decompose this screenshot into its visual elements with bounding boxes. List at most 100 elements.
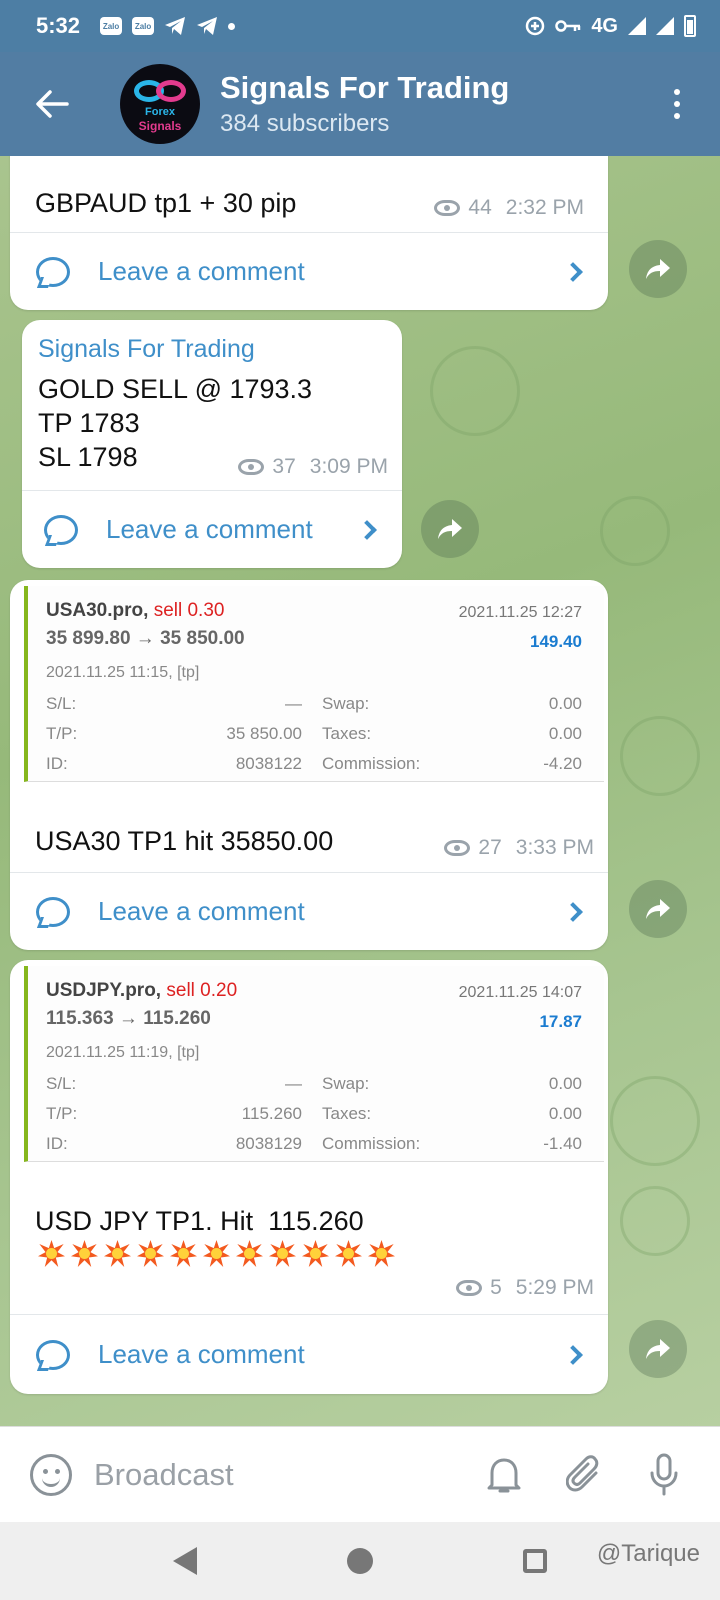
trade-label: S/L: — [46, 694, 77, 713]
share-arrow-icon — [646, 1339, 670, 1359]
chevron-right-icon — [563, 261, 583, 282]
share-button[interactable] — [629, 880, 687, 938]
message-text-line: GOLD SELL @ 1793.3 — [38, 374, 313, 404]
message-meta: 27 3:33 PM — [444, 836, 594, 860]
nav-home-button[interactable] — [347, 1548, 373, 1574]
leave-comment-button[interactable]: Leave a comment — [10, 1314, 608, 1394]
chevron-right-icon — [357, 519, 377, 540]
trade-value: 8038122 — [235, 754, 302, 773]
trade-value: 0.00 — [548, 1104, 582, 1123]
trade-open-info: 2021.11.25 11:19, [tp] — [46, 1044, 200, 1061]
status-right: 4G — [525, 15, 696, 38]
leave-comment-button[interactable]: Leave a comment — [10, 232, 608, 310]
share-arrow-icon — [646, 259, 670, 279]
trade-symbol: USDJPY.pro, sell 0.20 — [46, 980, 237, 1002]
trade-value: — — [285, 1074, 302, 1093]
trade-value: -1.40 — [543, 1134, 582, 1153]
background-doodle — [620, 716, 700, 796]
trade-close-date: 2021.11.25 14:07 — [458, 984, 582, 1001]
trade-value: 0.00 — [548, 1074, 582, 1093]
trade-symbol: USA30.pro, sell 0.30 — [46, 600, 224, 622]
nav-back-button[interactable] — [173, 1547, 197, 1575]
message-bubble[interactable]: GBPAUD tp1 + 30 pip 44 2:32 PM Leave a c… — [10, 156, 608, 310]
emoji-icon[interactable] — [30, 1453, 72, 1496]
trade-screenshot[interactable]: USA30.pro, sell 0.30 2021.11.25 12:27 35… — [24, 586, 604, 782]
back-button[interactable] — [22, 74, 82, 134]
background-doodle — [430, 346, 520, 436]
message-text: USD JPY TP1. Hit 115.260 — [35, 1206, 364, 1236]
arrow-left-icon — [36, 90, 69, 118]
views-icon — [238, 459, 265, 475]
trade-value: 0.00 — [548, 724, 582, 743]
trade-value: 8038129 — [235, 1134, 302, 1153]
message-text-line: SL 1798 — [38, 442, 138, 472]
broadcast-input-bar: Broadcast — [0, 1426, 720, 1522]
dot-icon — [674, 89, 680, 95]
dot-icon — [674, 113, 680, 119]
explosion-emoji-icon — [168, 1238, 199, 1269]
trade-screenshot[interactable]: USDJPY.pro, sell 0.20 2021.11.25 14:07 1… — [24, 966, 604, 1162]
chevron-right-icon — [563, 1344, 583, 1365]
watermark: @Tarique — [596, 1540, 700, 1567]
leave-comment-button[interactable]: Leave a comment — [22, 490, 402, 568]
message-bubble[interactable]: USA30.pro, sell 0.30 2021.11.25 12:27 35… — [10, 580, 608, 950]
trade-symbol-name: USA30.pro, — [46, 600, 149, 621]
broadcast-input[interactable]: Broadcast — [94, 1457, 234, 1493]
views-icon — [444, 840, 471, 856]
microphone-icon[interactable] — [648, 1453, 680, 1497]
views-icon — [434, 200, 461, 216]
share-button[interactable] — [629, 240, 687, 298]
background-doodle — [620, 1186, 690, 1256]
share-button[interactable] — [629, 1320, 687, 1378]
trade-label: Swap: — [322, 1074, 370, 1093]
chevron-right-icon — [563, 901, 583, 922]
explosion-emoji-icon — [234, 1238, 265, 1269]
channel-header: Forex Signals Signals For Trading 384 su… — [0, 52, 720, 156]
explosion-emoji-icon — [366, 1238, 397, 1269]
channel-name: Signals For Trading — [220, 70, 510, 105]
dot-icon — [674, 101, 680, 107]
share-arrow-icon — [646, 899, 670, 919]
trade-side: sell 0.30 — [153, 600, 225, 621]
network-type: 4G — [591, 14, 618, 37]
trade-row: ID: 8038129 Commission: -1.40 — [46, 1134, 582, 1158]
comment-icon — [36, 896, 70, 927]
nav-recents-button[interactable] — [523, 1549, 547, 1573]
trade-label: T/P: — [46, 724, 78, 743]
trade-label: Swap: — [322, 694, 370, 713]
more-options-button[interactable] — [674, 89, 680, 119]
background-doodle — [610, 1076, 700, 1166]
explosion-emoji-icon — [201, 1238, 232, 1269]
trade-side: sell 0.20 — [166, 980, 238, 1001]
sender-name: Signals For Trading — [38, 335, 255, 363]
trade-label: Taxes: — [322, 724, 372, 743]
message-time: 3:09 PM — [309, 455, 388, 478]
message-meta: 5 5:29 PM — [456, 1276, 594, 1300]
trade-value: 0.00 — [548, 694, 582, 713]
view-count: 27 — [478, 836, 502, 859]
comment-label: Leave a comment — [106, 514, 313, 544]
trade-open-info: 2021.11.25 11:15, [tp] — [46, 664, 200, 681]
channel-title-block[interactable]: Signals For Trading 384 subscribers — [220, 70, 509, 138]
trade-row: ID: 8038122 Commission: -4.20 — [46, 754, 582, 778]
explosion-emoji-icon — [69, 1238, 100, 1269]
vpn-key-icon — [555, 20, 581, 32]
signal-icon — [656, 17, 674, 35]
trade-value: -4.20 — [543, 754, 582, 773]
leave-comment-button[interactable]: Leave a comment — [10, 872, 608, 950]
view-count: 37 — [272, 455, 296, 478]
explosion-emoji-row — [36, 1238, 397, 1269]
channel-avatar[interactable]: Forex Signals — [120, 64, 200, 144]
message-bubble[interactable]: Signals For Trading GOLD SELL @ 1793.3 T… — [22, 320, 402, 568]
chat-area[interactable]: GBPAUD tp1 + 30 pip 44 2:32 PM Leave a c… — [0, 156, 720, 1426]
explosion-emoji-icon — [135, 1238, 166, 1269]
views-icon — [456, 1280, 483, 1296]
data-saver-icon — [526, 16, 545, 36]
bell-icon[interactable] — [486, 1455, 522, 1495]
share-button[interactable] — [421, 500, 479, 558]
status-time: 5:32 — [36, 13, 81, 38]
message-bubble[interactable]: USDJPY.pro, sell 0.20 2021.11.25 14:07 1… — [10, 960, 608, 1394]
trade-row: T/P: 115.260 Taxes: 0.00 — [46, 1104, 582, 1128]
trade-label: ID: — [46, 754, 68, 773]
paperclip-icon[interactable] — [566, 1454, 604, 1495]
